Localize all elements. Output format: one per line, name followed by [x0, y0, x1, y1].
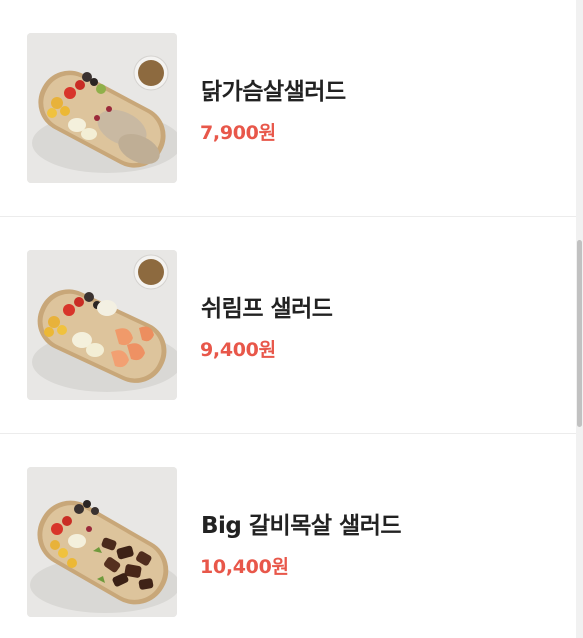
scrollbar-thumb[interactable]	[577, 240, 582, 427]
menu-item-name: Big 갈비목살 샐러드	[201, 513, 402, 539]
menu-item-price: 7,900원	[200, 122, 276, 144]
menu-item-price: 9,400원	[200, 339, 276, 361]
galbi-moksal-salad-photo[interactable]	[27, 467, 177, 617]
menu-item[interactable]: 닭가슴살샐러드 7,900원	[0, 0, 576, 217]
chicken-breast-salad-photo[interactable]	[27, 33, 177, 183]
menu-item[interactable]: Big 갈비목살 샐러드 10,400원	[0, 434, 576, 638]
menu-item[interactable]: 쉬림프 샐러드 9,400원	[0, 217, 576, 434]
shrimp-salad-photo[interactable]	[27, 250, 177, 400]
scrollbar[interactable]	[576, 0, 583, 638]
menu-item-name: 쉬림프 샐러드	[201, 296, 333, 322]
menu-item-name: 닭가슴살샐러드	[201, 79, 346, 105]
menu-list: 닭가슴살샐러드 7,900원 쉬림프 샐러드 9,400원 Big 갈비목살 샐…	[0, 0, 576, 638]
menu-item-price: 10,400원	[200, 556, 289, 578]
